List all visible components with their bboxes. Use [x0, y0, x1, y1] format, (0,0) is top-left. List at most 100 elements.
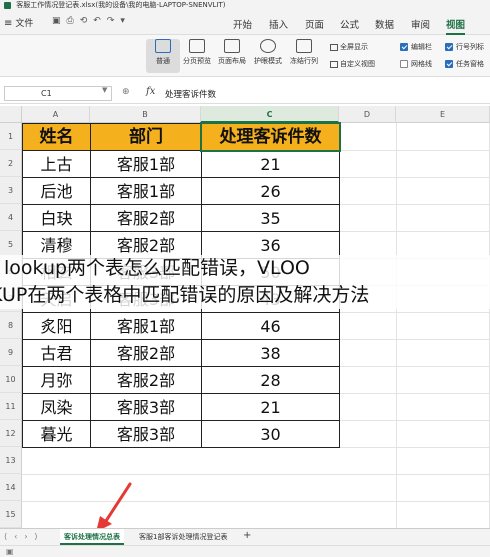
overlay-caption-line1: lookup两个表怎么匹配错误，VLOO: [0, 255, 490, 282]
page-break-preview-button[interactable]: 分页预览: [180, 39, 214, 66]
table-cell[interactable]: 上古: [22, 150, 91, 178]
row-header[interactable]: 1: [0, 123, 22, 150]
table-cell[interactable]: 炙阳: [22, 312, 91, 340]
quick-access-toolbar[interactable]: ▣⎙⟲↶↷▾: [52, 16, 131, 26]
ribbon-view-panel: 普通 分页预览 页面布局 护眼模式 冻结行列 全屏显示 自定义视图 编辑栏 行号…: [0, 35, 490, 77]
ribbon-tabs: ≡ 文件 ▣⎙⟲↶↷▾ 开始 插入 页面 公式 数据 审阅 视图: [0, 11, 490, 35]
table-cell[interactable]: 后池: [22, 177, 91, 205]
tab-home[interactable]: 开始: [233, 17, 252, 31]
table-cell[interactable]: 客服3部: [90, 393, 202, 421]
table-cell[interactable]: 客服2部: [90, 366, 202, 394]
page-layout-button[interactable]: 页面布局: [215, 39, 249, 66]
headings-toggle[interactable]: 行号列标: [445, 42, 484, 52]
row-header[interactable]: 14: [0, 474, 22, 501]
table-cell[interactable]: 21: [201, 150, 340, 178]
tab-page[interactable]: 页面: [305, 17, 324, 31]
chevron-down-icon[interactable]: ▼: [102, 86, 107, 94]
freeze-panes-button[interactable]: 冻结行列: [287, 39, 321, 66]
fullscreen-button[interactable]: 全屏显示: [330, 42, 368, 52]
table-header-cell[interactable]: 部门: [90, 123, 202, 151]
row-header[interactable]: 13: [0, 447, 22, 474]
task-pane-toggle[interactable]: 任务窗格: [445, 59, 484, 69]
formula-bar-toggle[interactable]: 编辑栏: [400, 42, 432, 52]
column-header-a[interactable]: A: [22, 106, 90, 123]
sheet-tab-bar: ⟨‹›⟩ 客诉处理情况总表 客服1部客诉处理情况登记表 +: [0, 528, 490, 545]
window-title: 客服工作情况登记表.xlsx(我的设备\我的电脑-LAPTOP-SNENVLIT…: [16, 1, 226, 9]
row-header[interactable]: 3: [0, 177, 22, 204]
status-bar: ▣: [0, 545, 490, 557]
gridlines-toggle[interactable]: 网格线: [400, 59, 432, 69]
sheet-navigation[interactable]: ⟨‹›⟩: [4, 532, 45, 541]
table-cell[interactable]: 月弥: [22, 366, 91, 394]
table-cell[interactable]: 客服1部: [90, 150, 202, 178]
function-icon[interactable]: fx: [146, 86, 155, 97]
overlay-caption-line2: KUP在两个表格中匹配错误的原因及解决方法: [0, 282, 490, 309]
table-cell[interactable]: 30: [201, 420, 340, 448]
column-header-d[interactable]: D: [339, 106, 396, 123]
checkbox-checked-icon: [400, 43, 408, 51]
normal-view-button[interactable]: 普通: [146, 39, 180, 73]
name-box[interactable]: C1: [4, 86, 112, 101]
red-arrow-icon: [96, 482, 132, 532]
column-header-b[interactable]: B: [90, 106, 201, 123]
checkbox-unchecked-icon: [400, 60, 408, 68]
sheet-status-icon: ▣: [6, 547, 14, 556]
table-cell[interactable]: 暮光: [22, 420, 91, 448]
table-cell[interactable]: 客服3部: [90, 420, 202, 448]
row-header[interactable]: 12: [0, 420, 22, 447]
eye-protection-button[interactable]: 护眼模式: [251, 39, 285, 66]
table-cell[interactable]: 客服1部: [90, 177, 202, 205]
tab-insert[interactable]: 插入: [269, 17, 288, 31]
tab-review[interactable]: 审阅: [411, 17, 430, 31]
formula-input[interactable]: 处理客诉件数: [165, 88, 216, 100]
row-header[interactable]: 10: [0, 366, 22, 393]
table-cell[interactable]: 客服1部: [90, 312, 202, 340]
sheet-tab-dept1[interactable]: 客服1部客诉处理情况登记表: [135, 529, 231, 545]
add-sheet-icon[interactable]: +: [243, 530, 251, 541]
row-header[interactable]: 8: [0, 312, 22, 339]
gridline: [396, 123, 397, 528]
tab-formula[interactable]: 公式: [340, 17, 359, 31]
table-cell[interactable]: 客服2部: [90, 204, 202, 232]
active-cell-selection: [200, 122, 341, 152]
custom-view-icon: [330, 60, 338, 68]
page-layout-icon: [224, 39, 240, 53]
page-break-icon: [189, 39, 205, 53]
row-header[interactable]: 2: [0, 150, 22, 177]
custom-view-button[interactable]: 自定义视图: [330, 59, 375, 69]
fullscreen-icon: [330, 43, 338, 51]
sheet-tab-summary[interactable]: 客诉处理情况总表: [60, 529, 124, 545]
row-header[interactable]: 11: [0, 393, 22, 420]
column-header-c[interactable]: C: [201, 106, 339, 123]
table-cell[interactable]: 21: [201, 393, 340, 421]
tab-data[interactable]: 数据: [375, 17, 394, 31]
table-cell[interactable]: 38: [201, 339, 340, 367]
checkbox-checked-icon: [445, 60, 453, 68]
row-header[interactable]: 4: [0, 204, 22, 231]
select-all-corner[interactable]: [0, 106, 22, 123]
title-bar: 客服工作情况登记表.xlsx(我的设备\我的电脑-LAPTOP-SNENVLIT…: [0, 0, 490, 11]
gridline: [22, 474, 490, 475]
table-header-cell[interactable]: 姓名: [22, 123, 91, 151]
grid-view-icon: [155, 39, 171, 53]
column-header-e[interactable]: E: [396, 106, 490, 123]
row-header[interactable]: 15: [0, 501, 22, 528]
hamburger-icon: ≡: [4, 18, 13, 29]
table-cell[interactable]: 35: [201, 204, 340, 232]
file-menu[interactable]: ≡ 文件: [4, 16, 33, 29]
table-cell[interactable]: 26: [201, 177, 340, 205]
table-cell[interactable]: 客服2部: [90, 339, 202, 367]
table-cell[interactable]: 46: [201, 312, 340, 340]
row-header[interactable]: 5: [0, 231, 22, 258]
table-cell[interactable]: 28: [201, 366, 340, 394]
zoom-icon[interactable]: ⊕: [122, 87, 135, 97]
eye-icon: [260, 39, 276, 53]
table-cell[interactable]: 白玦: [22, 204, 91, 232]
table-cell[interactable]: 凤染: [22, 393, 91, 421]
checkbox-checked-icon: [445, 43, 453, 51]
tab-view[interactable]: 视图: [446, 17, 466, 35]
row-header[interactable]: 9: [0, 339, 22, 366]
freeze-icon: [296, 39, 312, 53]
table-cell[interactable]: 古君: [22, 339, 91, 367]
formula-bar: C1 ▼ ⊕ fx 处理客诉件数: [0, 83, 490, 104]
